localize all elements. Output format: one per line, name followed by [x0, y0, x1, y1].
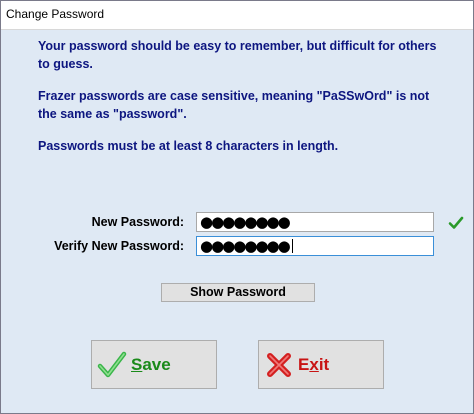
window-title: Change Password	[6, 7, 105, 21]
new-password-label: New Password:	[91, 215, 184, 229]
show-password-button[interactable]: Show Password	[161, 283, 315, 302]
new-password-value: ●●●●●●●●	[200, 213, 291, 231]
title-bar: Change Password	[1, 1, 473, 30]
info-text-1: Your password should be easy to remember…	[38, 39, 437, 71]
info-text-3: Passwords must be at least 8 characters …	[38, 139, 339, 153]
save-label: Save	[131, 355, 171, 374]
verify-password-value: ●●●●●●●●	[200, 237, 291, 255]
verify-password-field[interactable]: ●●●●●●●●	[196, 236, 434, 256]
exit-button[interactable]: Exit	[258, 340, 384, 389]
check-icon	[448, 216, 464, 229]
info-text-2: Frazer passwords are case sensitive, mea…	[38, 89, 430, 121]
new-password-field[interactable]: ●●●●●●●●	[196, 212, 434, 232]
exit-label: Exit	[298, 355, 330, 374]
save-button[interactable]: Save	[91, 340, 217, 389]
x-icon	[267, 353, 291, 377]
verify-password-label: Verify New Password:	[54, 239, 184, 253]
checkmark-icon	[97, 351, 127, 378]
change-password-window: Change Password Your password should be …	[0, 0, 474, 414]
text-caret	[291, 239, 293, 253]
